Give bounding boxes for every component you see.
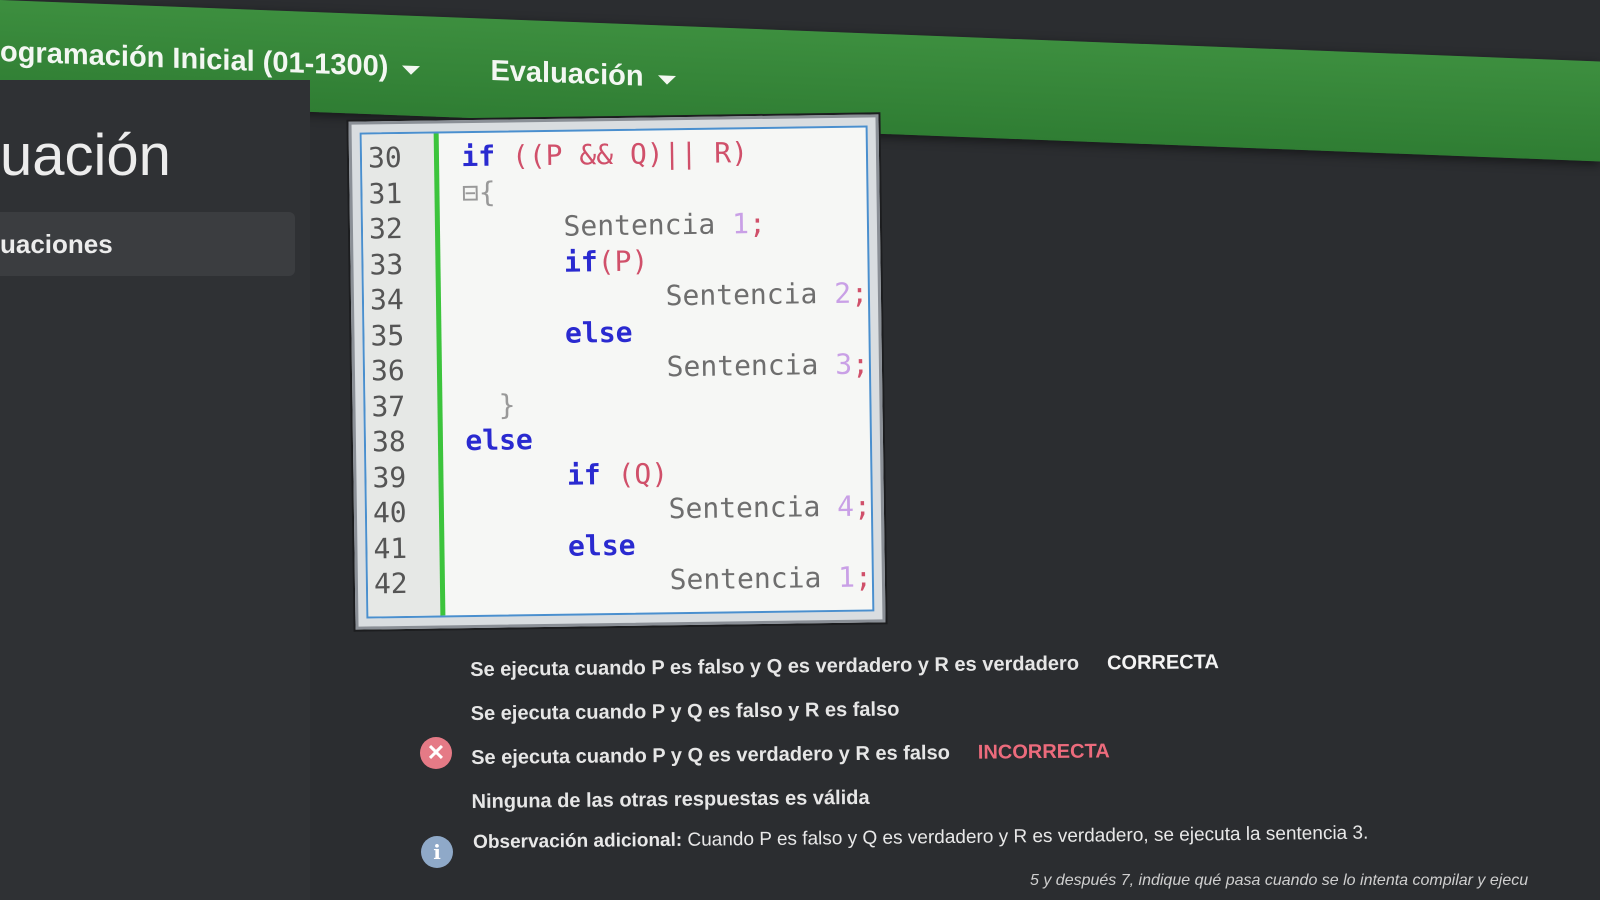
line-number: 38: [371, 424, 406, 459]
evaluation-menu-label: Evaluación: [490, 54, 644, 93]
answer-option[interactable]: Ninguna de las otras respuestas es válid…: [471, 771, 1371, 824]
code-line: else: [465, 423, 534, 458]
observation: Observación adicional: Cuando P es falso…: [473, 823, 1373, 854]
observation-text: Cuando P es falso y Q es verdadero y R e…: [687, 822, 1369, 851]
code-line: Sentencia 3;: [666, 347, 870, 384]
line-number: 42: [373, 566, 408, 601]
line-number: 37: [371, 389, 406, 423]
correct-badge: CORRECTA: [1106, 650, 1219, 674]
answer-list: Se ejecuta cuando P es falso y Q es verd…: [470, 639, 1372, 824]
code-line: if(P): [563, 244, 649, 279]
info-icon: i: [421, 836, 453, 868]
sidebar-item-evaluaciones[interactable]: uaciones: [0, 212, 295, 276]
chevron-down-icon: [657, 74, 676, 85]
code-line: Sentencia 4;: [668, 489, 872, 526]
observation-label: Observación adicional:: [473, 829, 683, 853]
line-number: 41: [373, 531, 408, 565]
sidebar: [0, 80, 310, 900]
code-line: if (Q): [566, 456, 669, 492]
code-line: Sentencia 1;: [563, 206, 767, 243]
code-lines: if ((P && Q)|| R) ⊟{ Sentencia 1; if(P) …: [439, 128, 872, 616]
line-number: 32: [368, 211, 403, 246]
line-number: 30: [367, 140, 402, 175]
line-number: 34: [369, 282, 404, 317]
code-line: if ((P && Q)|| R): [461, 136, 749, 174]
line-number: 35: [370, 318, 405, 352]
answer-text: Se ejecuta cuando P y Q es verdadero y R…: [471, 741, 950, 769]
evaluation-menu[interactable]: Evaluación: [490, 54, 676, 94]
incorrect-badge: INCORRECTA: [977, 739, 1110, 764]
code-line: ⊟{: [461, 175, 496, 209]
code-editor: 30 31 32 33 34 35 36 37 38 39 40 41 42 i…: [359, 125, 875, 619]
code-line: else: [564, 315, 633, 350]
code-line: }: [464, 387, 516, 422]
answer-text: Ninguna de las otras respuestas es válid…: [471, 786, 870, 813]
chevron-down-icon: [402, 64, 421, 75]
answer-text: Se ejecuta cuando P es falso y Q es verd…: [470, 652, 1080, 681]
answer-text: Se ejecuta cuando P y Q es falso y R es …: [470, 698, 900, 725]
line-number: 33: [369, 247, 404, 281]
code-line: Sentencia 2;: [665, 276, 869, 313]
line-number: 36: [370, 353, 405, 388]
code-image: 30 31 32 33 34 35 36 37 38 39 40 41 42 i…: [348, 114, 886, 630]
line-number: 31: [368, 176, 403, 210]
line-number-gutter: 30 31 32 33 34 35 36 37 38 39 40 41 42: [361, 133, 446, 617]
course-menu-label: ogramación Inicial (01-1300): [0, 35, 389, 83]
course-menu[interactable]: ogramación Inicial (01-1300): [0, 35, 421, 85]
code-line: Sentencia 1;: [669, 560, 873, 597]
next-question-text: 5 y después 7, indique qué pasa cuando s…: [1030, 872, 1529, 889]
code-line: else: [567, 528, 636, 563]
line-number: 39: [372, 460, 407, 494]
line-number: 40: [372, 495, 407, 530]
page-title: uación: [0, 123, 171, 188]
close-icon: ✕: [420, 737, 452, 769]
